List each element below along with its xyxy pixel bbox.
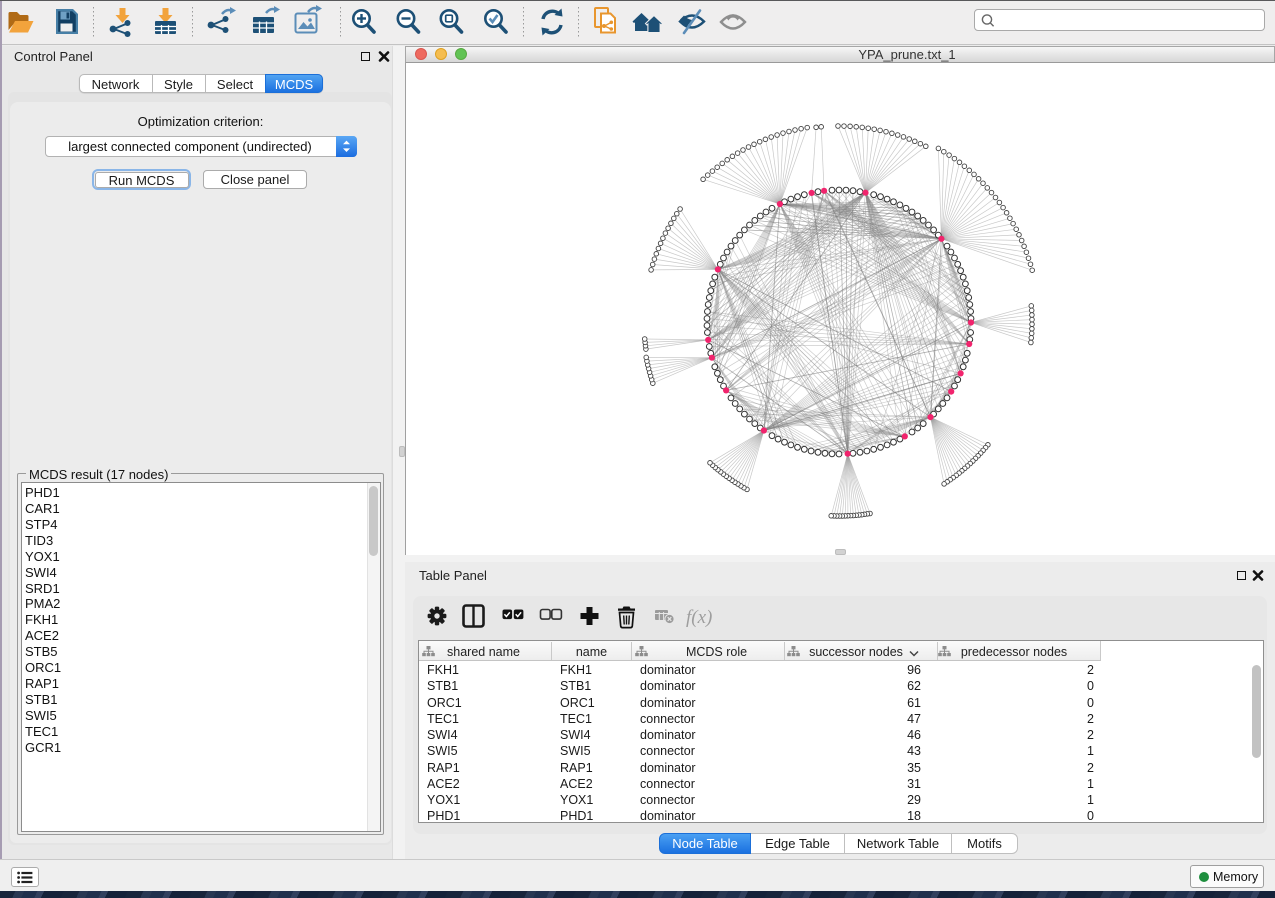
svg-text:f(x): f(x) [686,607,712,628]
